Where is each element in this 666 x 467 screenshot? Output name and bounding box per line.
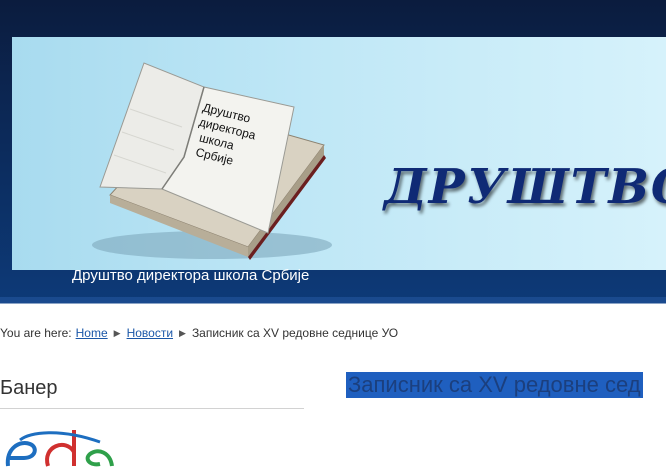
breadcrumb: You are here: Home ▶ Новости ▶ Записник … xyxy=(0,325,398,341)
breadcrumb-current: Записник са XV редовне седнице УО xyxy=(191,326,399,340)
breadcrumb-news-link[interactable]: Новости xyxy=(127,326,173,340)
open-book-image: Друштво директора школа Србије xyxy=(92,62,332,260)
breadcrumb-prefix: You are here: xyxy=(0,326,72,340)
breadcrumb-home-link[interactable]: Home xyxy=(76,326,108,340)
site-name[interactable]: Друштво директора школа Србије xyxy=(72,267,309,284)
chevron-right-icon: ▶ xyxy=(179,327,186,338)
banner-title: ДРУШТВО ДИР xyxy=(384,159,666,215)
article-title-text: Записник са XV редовне сед xyxy=(346,372,643,398)
header-divider xyxy=(0,297,666,304)
eda-logo[interactable] xyxy=(0,418,120,467)
header-banner[interactable]: Друштво директора школа Србије ДРУШТВО Д… xyxy=(12,37,666,270)
chevron-right-icon: ▶ xyxy=(113,327,121,338)
article-title: Записник са XV редовне сед xyxy=(346,372,666,402)
site-header: Друштво директора школа Србије ДРУШТВО Д… xyxy=(0,0,666,304)
sidebar-module-title: Банер xyxy=(0,377,304,409)
